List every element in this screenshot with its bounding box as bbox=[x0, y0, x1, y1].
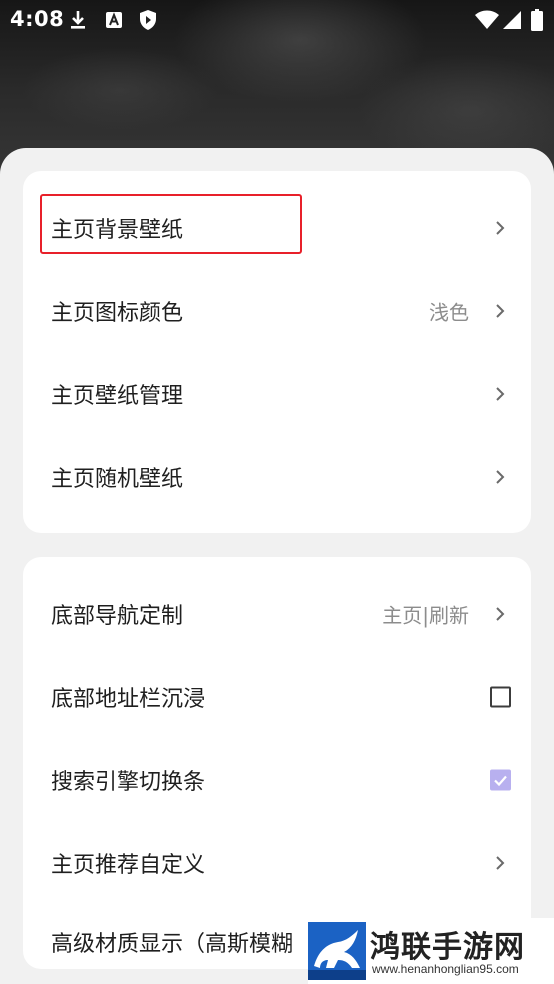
row-value: 主页|刷新 bbox=[382, 603, 469, 627]
row-label: 主页推荐自定义 bbox=[51, 852, 206, 878]
row-homepage-icon-color[interactable]: 主页图标颜色 浅色 bbox=[23, 269, 531, 352]
chevron-right-icon bbox=[496, 220, 505, 235]
highlight-annotation-box bbox=[40, 194, 302, 254]
status-time: 4:08 bbox=[10, 7, 65, 31]
chevron-right-icon bbox=[496, 303, 505, 318]
shield-icon bbox=[137, 9, 159, 31]
status-bar: 4:08 bbox=[0, 0, 554, 40]
row-homepage-random-wallpaper[interactable]: 主页随机壁纸 bbox=[23, 435, 531, 518]
row-homepage-wallpaper-management[interactable]: 主页壁纸管理 bbox=[23, 352, 531, 435]
row-homepage-recommend-custom[interactable]: 主页推荐自定义 bbox=[23, 821, 531, 904]
row-bottom-address-bar-immersive[interactable]: 底部地址栏沉浸 bbox=[23, 655, 531, 738]
cellular-signal-icon bbox=[502, 9, 522, 31]
row-label: 底部地址栏沉浸 bbox=[51, 686, 206, 712]
chevron-right-icon bbox=[496, 855, 505, 870]
row-label: 搜索引擎切换条 bbox=[51, 769, 206, 795]
watermark-title: 鸿联手游网 bbox=[370, 930, 525, 965]
row-label: 主页壁纸管理 bbox=[51, 383, 184, 409]
watermark-url: www.henanhonglian95.com bbox=[372, 962, 519, 976]
checkbox-unchecked[interactable] bbox=[490, 686, 511, 707]
row-label: 高级材质显示（高斯模糊 bbox=[51, 932, 294, 957]
chevron-right-icon bbox=[496, 386, 505, 401]
battery-icon bbox=[530, 9, 544, 31]
wifi-icon bbox=[474, 9, 500, 31]
row-label: 底部导航定制 bbox=[51, 603, 184, 629]
row-search-engine-switch-bar[interactable]: 搜索引擎切换条 bbox=[23, 738, 531, 821]
navigation-settings-card: 底部导航定制 主页|刷新 底部地址栏沉浸 搜索引擎切换条 主页推荐自定义 高级材… bbox=[23, 557, 531, 969]
checkmark-icon bbox=[494, 775, 507, 786]
checkbox-checked[interactable] bbox=[490, 769, 511, 790]
site-watermark: 鸿联手游网 www.henanhonglian95.com bbox=[308, 918, 554, 984]
download-icon bbox=[68, 9, 88, 31]
font-a-icon bbox=[104, 9, 124, 31]
watermark-logo-icon bbox=[308, 922, 366, 980]
row-bottom-navigation-custom[interactable]: 底部导航定制 主页|刷新 bbox=[23, 572, 531, 655]
row-label: 主页随机壁纸 bbox=[51, 466, 184, 492]
chevron-right-icon bbox=[496, 606, 505, 621]
chevron-right-icon bbox=[496, 469, 505, 484]
row-value: 浅色 bbox=[429, 300, 469, 324]
row-label: 主页图标颜色 bbox=[51, 300, 184, 326]
